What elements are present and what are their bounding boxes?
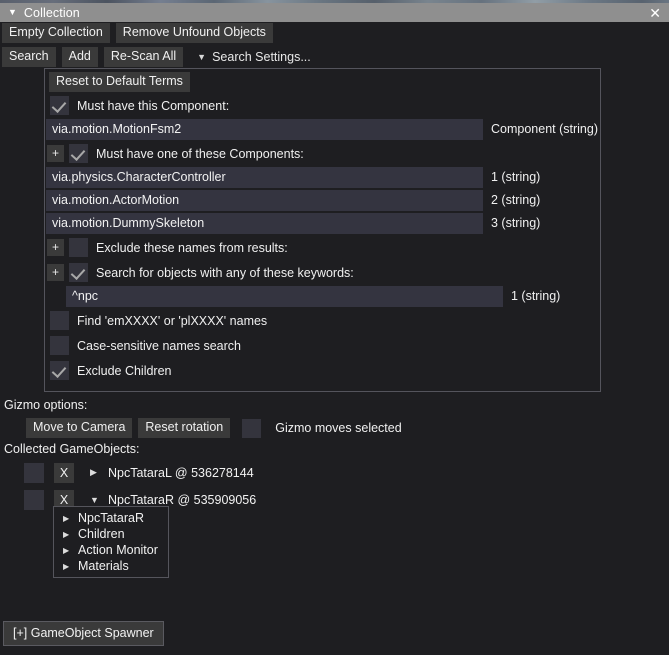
tree-item-label: Materials [78,559,129,573]
gameobject-spawner-button[interactable]: [+] GameObject Spawner [3,621,164,646]
keywords-input-1[interactable] [66,285,503,307]
keywords-row: + Search for objects with any of these k… [45,260,600,285]
reset-to-default-terms-button[interactable]: Reset to Default Terms [49,72,190,92]
keywords-label: Search for objects with any of these key… [96,265,354,280]
search-settings-toggle[interactable]: ▼ Search Settings... [197,50,311,64]
must-have-component-input[interactable] [46,118,483,140]
must-have-component-tag: Component (string) [491,122,598,136]
gizmo-options-row: Move to Camera Reset rotation Gizmo move… [26,418,402,438]
tree-item-label: Children [78,527,125,541]
find-em-pl-names-checkbox[interactable] [50,311,69,330]
secondary-toolbar: Search Add Re-Scan All ▼ Search Settings… [0,47,311,67]
must-have-one-of-field-row: 3 (string) [45,212,600,234]
exclude-names-add-button[interactable]: + [47,239,64,256]
exclude-names-row: + Exclude these names from results: [45,235,600,260]
exclude-children-checkbox[interactable] [50,361,69,380]
rescan-all-button[interactable]: Re-Scan All [103,47,184,67]
must-have-one-of-add-button[interactable]: + [47,145,64,162]
gameobject-name: NpcTataraL @ 536278144 [108,465,254,480]
empty-collection-button[interactable]: Empty Collection [2,23,110,43]
collection-window: ▼ Collection ✕ Empty Collection Remove U… [0,0,669,655]
must-have-one-of-checkbox[interactable] [69,144,88,163]
must-have-one-of-label: Must have one of these Components: [96,146,304,161]
gameobject-remove-button[interactable]: X [54,462,74,483]
must-have-one-of-row: + Must have one of these Components: [45,141,600,166]
tree-item-materials[interactable]: ▶ Materials [54,558,168,574]
collected-gameobjects-list: X ▶ NpcTataraL @ 536278144 X ▼ NpcTatara… [0,459,669,513]
tree-item-action-monitor[interactable]: ▶ Action Monitor [54,542,168,558]
list-item: X ▶ NpcTataraL @ 536278144 [0,459,669,486]
gizmo-moves-selected-label: Gizmo moves selected [275,421,402,435]
triangle-right-icon: ▶ [63,529,70,539]
must-have-one-of-input-2[interactable] [46,189,483,211]
keywords-tag-1: 1 (string) [511,289,561,303]
triangle-right-icon: ▶ [63,545,70,555]
remove-unfound-objects-button[interactable]: Remove Unfound Objects [115,23,273,43]
window-title: Collection [23,5,80,20]
must-have-one-of-tag-1: 1 (string) [491,170,541,184]
keywords-add-button[interactable]: + [47,264,64,281]
case-sensitive-row: Case-sensitive names search [45,333,600,358]
must-have-one-of-input-1[interactable] [46,166,483,188]
case-sensitive-label: Case-sensitive names search [77,338,241,353]
reset-terms-row: Reset to Default Terms [45,69,600,93]
gameobject-select-checkbox[interactable] [24,489,44,510]
triangle-right-icon: ▶ [63,513,70,523]
must-have-one-of-field-row: 2 (string) [45,189,600,211]
gameobject-expand-triangle-down-icon[interactable]: ▼ [90,495,100,505]
gameobject-name: NpcTataraR @ 535909056 [108,492,257,507]
gameobject-expand-triangle-right-icon[interactable]: ▶ [90,467,100,478]
collected-gameobjects-label: Collected GameObjects: [4,442,140,456]
keywords-field-row: 1 (string) [45,285,600,307]
close-icon[interactable]: ✕ [647,6,663,20]
gameobject-detail-tree: ▶ NpcTataraR ▶ Children ▶ Action Monitor… [53,506,169,578]
must-have-component-field-row: Component (string) [45,118,600,140]
search-settings-panel: Reset to Default Terms Must have this Co… [44,68,601,392]
find-em-pl-names-row: Find 'emXXXX' or 'plXXXX' names [45,308,600,333]
case-sensitive-checkbox[interactable] [50,336,69,355]
must-have-one-of-field-row: 1 (string) [45,166,600,188]
tree-item-label: Action Monitor [78,543,158,557]
search-settings-triangle-down-icon: ▼ [197,51,207,62]
tree-item-children[interactable]: ▶ Children [54,526,168,542]
gameobject-select-checkbox[interactable] [24,462,44,483]
exclude-children-row: Exclude Children [45,358,600,383]
exclude-names-label: Exclude these names from results: [96,240,288,255]
must-have-component-checkbox[interactable] [50,96,69,115]
must-have-one-of-tag-2: 2 (string) [491,193,541,207]
tree-item-label: NpcTataraR [78,511,144,525]
triangle-right-icon: ▶ [63,561,70,571]
window-titlebar: ▼ Collection ✕ [0,3,669,22]
must-have-component-row: Must have this Component: [45,93,600,118]
gizmo-options-label: Gizmo options: [4,398,88,412]
tree-item-npctataar[interactable]: ▶ NpcTataraR [54,510,168,526]
move-to-camera-button[interactable]: Move to Camera [26,418,133,438]
search-settings-label: Search Settings... [212,50,311,64]
reset-rotation-button[interactable]: Reset rotation [138,418,231,438]
gizmo-moves-selected-checkbox[interactable] [242,418,262,438]
must-have-one-of-input-3[interactable] [46,212,483,234]
exclude-children-label: Exclude Children [77,363,172,378]
exclude-names-checkbox[interactable] [69,238,88,257]
must-have-one-of-tag-3: 3 (string) [491,216,541,230]
collapse-triangle-down-icon[interactable]: ▼ [8,8,17,17]
primary-toolbar: Empty Collection Remove Unfound Objects [0,23,273,43]
find-em-pl-names-label: Find 'emXXXX' or 'plXXXX' names [77,313,268,328]
keywords-checkbox[interactable] [69,263,88,282]
search-button[interactable]: Search [2,47,56,67]
must-have-component-label: Must have this Component: [77,98,230,113]
add-button[interactable]: Add [61,47,98,67]
